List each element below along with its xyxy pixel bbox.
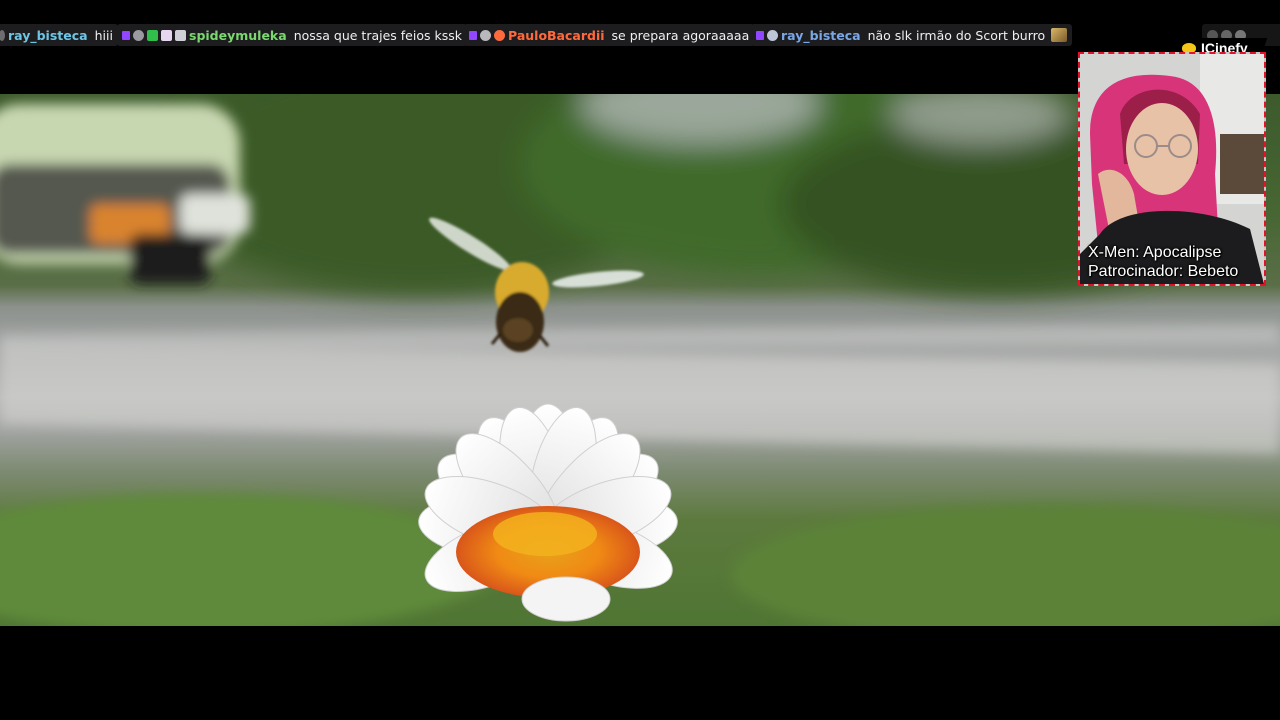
chat-text: nossa que trajes feios kssk [293, 27, 462, 43]
chat-username[interactable]: ray_bisteca [8, 28, 88, 43]
chat-message: ray_bisteca não slk irmão do Scort burro [751, 24, 1073, 46]
chat-ticker: ray_bisteca hiii spideymuleka nossa que … [0, 24, 1280, 46]
fox-badge-icon [494, 29, 505, 41]
sub-badge-icon [756, 30, 764, 40]
sub-badge-icon [122, 30, 130, 40]
chat-text: se prepara agoraaaaa [611, 27, 750, 43]
headphones-badge-icon [133, 29, 144, 41]
mask-badge-icon [175, 29, 186, 41]
user-avatar-icon [480, 29, 491, 41]
chat-message: spideymuleka nossa que trajes feios kssk [117, 24, 467, 46]
chat-text: hiii [94, 27, 113, 43]
chat-message: PauloBacardii se prepara agoraaaaa [464, 24, 755, 46]
background-foliage [160, 94, 1220, 294]
check-badge-icon [147, 29, 158, 41]
cloud-badge-icon [767, 29, 778, 41]
chat-text: não slk irmão do Scort burro [867, 27, 1046, 43]
unicorn-badge-icon [161, 29, 172, 41]
overlay-caption: X-Men: Apocalipse Patrocinador: Bebeto [1088, 243, 1238, 281]
road [0, 324, 1280, 454]
chat-username[interactable]: spideymuleka [189, 28, 287, 43]
caption-movie-title: X-Men: Apocalipse [1088, 244, 1222, 261]
chat-message: ray_bisteca hiii [0, 24, 118, 46]
webcam-overlay: X-Men: Apocalipse Patrocinador: Bebeto [1078, 52, 1266, 286]
chat-username[interactable]: ray_bisteca [781, 28, 861, 43]
caption-sponsor: Patrocinador: Bebeto [1088, 263, 1239, 280]
stream-screen: ray_bisteca hiii spideymuleka nossa que … [0, 0, 1280, 720]
chat-username[interactable]: PauloBacardii [508, 28, 605, 43]
sub-badge-icon [469, 30, 477, 40]
background-car [0, 104, 250, 284]
emote-icon [1051, 28, 1068, 42]
user-avatar-icon [0, 29, 5, 41]
